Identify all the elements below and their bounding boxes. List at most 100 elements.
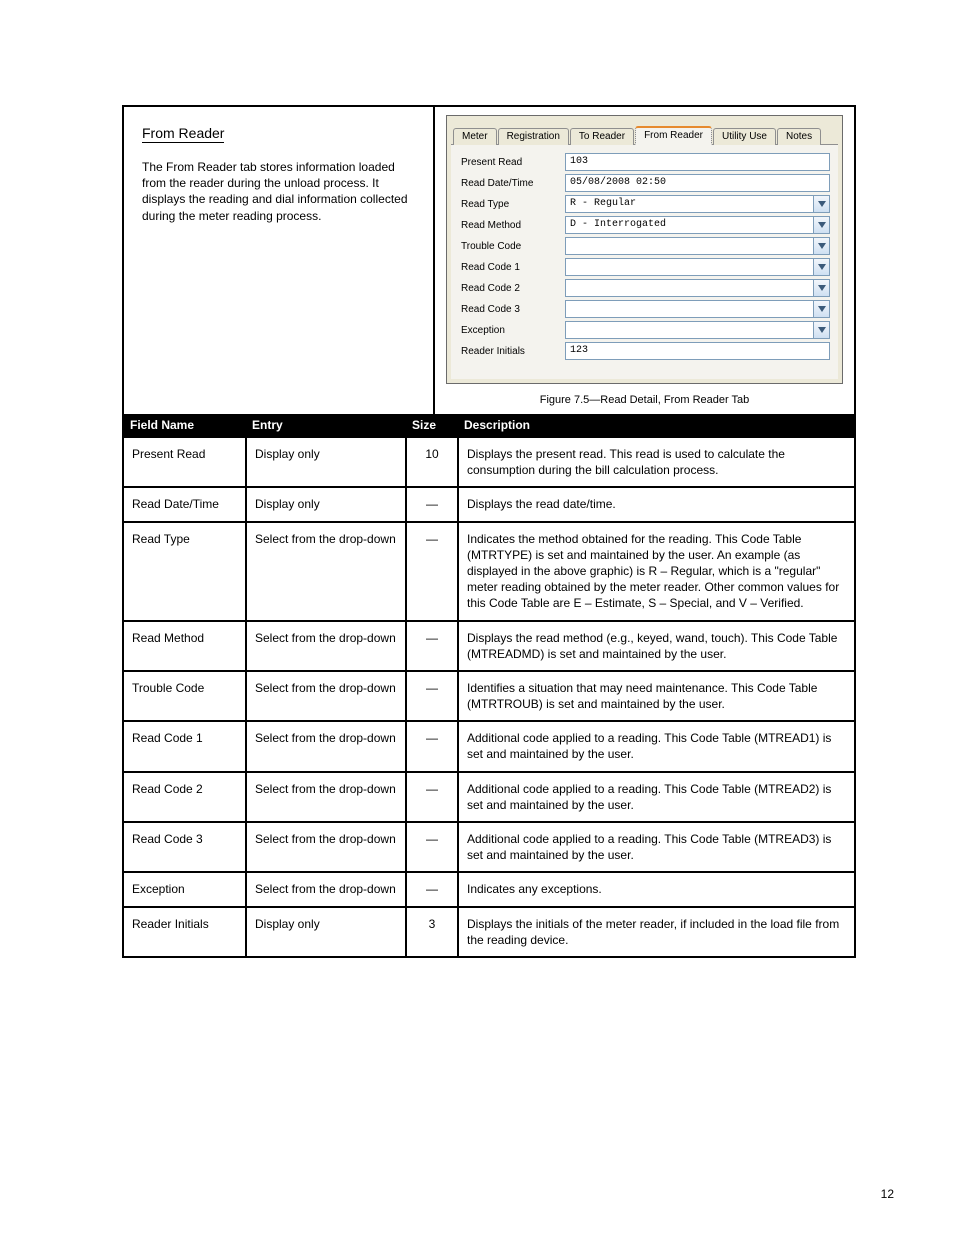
field-label: Read Date/Time xyxy=(459,178,565,189)
cell-description: Additional code applied to a reading. Th… xyxy=(458,721,854,771)
field-label: Read Type xyxy=(459,199,565,210)
read-code-1-select[interactable] xyxy=(565,258,830,276)
page: From Reader The From Reader tab stores i… xyxy=(0,0,954,1235)
table-row: Read MethodSelect from the drop-down—Dis… xyxy=(124,621,854,671)
form-row: Read TypeR - Regular xyxy=(459,195,830,213)
cell-entry: Select from the drop-down xyxy=(246,621,406,671)
form-row: Read Date/Time05/08/2008 02:50 xyxy=(459,174,830,192)
trouble-code-select[interactable] xyxy=(565,237,830,255)
exception-select[interactable] xyxy=(565,321,830,339)
cell-size: — xyxy=(406,522,458,621)
field-label: Trouble Code xyxy=(459,241,565,252)
section-title: From Reader xyxy=(142,125,224,143)
cell-description: Identifies a situation that may need mai… xyxy=(458,671,854,721)
cell-size: — xyxy=(406,487,458,521)
cell-entry: Select from the drop-down xyxy=(246,522,406,621)
cell-entry: Display only xyxy=(246,437,406,487)
tab-to-reader[interactable]: To Reader xyxy=(570,128,634,145)
form-row: Reader Initials123 xyxy=(459,342,830,360)
field-label: Exception xyxy=(459,325,565,336)
read-type-select[interactable]: R - Regular xyxy=(565,195,830,213)
cell-field-name: Read Method xyxy=(124,621,246,671)
cell-field-name: Read Type xyxy=(124,522,246,621)
cell-size: — xyxy=(406,822,458,872)
field-shell: 123 xyxy=(565,342,830,360)
field-label: Read Code 2 xyxy=(459,283,565,294)
cell-field-name: Trouble Code xyxy=(124,671,246,721)
form-row: Read Code 3 xyxy=(459,300,830,318)
cell-entry: Select from the drop-down xyxy=(246,721,406,771)
table-row: ExceptionSelect from the drop-down—Indic… xyxy=(124,872,854,906)
reader-initials-input[interactable]: 123 xyxy=(565,342,830,360)
form-row: Present Read103 xyxy=(459,153,830,171)
cell-size: 3 xyxy=(406,907,458,956)
cell-size: — xyxy=(406,621,458,671)
tab-registration[interactable]: Registration xyxy=(498,128,569,145)
top-grid: From Reader The From Reader tab stores i… xyxy=(124,107,854,414)
cell-field-name: Read Code 3 xyxy=(124,822,246,872)
cell-description: Displays the read date/time. xyxy=(458,487,854,521)
cell-entry: Display only xyxy=(246,907,406,956)
field-label: Reader Initials xyxy=(459,346,565,357)
cell-description: Displays the initials of the meter reade… xyxy=(458,907,854,956)
cell-field-name: Read Code 2 xyxy=(124,772,246,822)
cell-size: — xyxy=(406,772,458,822)
cell-entry: Select from the drop-down xyxy=(246,772,406,822)
read-code-3-select[interactable] xyxy=(565,300,830,318)
cell-size: — xyxy=(406,671,458,721)
col-header-entry: Entry xyxy=(246,414,406,437)
cell-entry: Display only xyxy=(246,487,406,521)
cell-field-name: Present Read xyxy=(124,437,246,487)
field-label: Read Method xyxy=(459,220,565,231)
cell-field-name: Read Code 1 xyxy=(124,721,246,771)
cell-description: Additional code applied to a reading. Th… xyxy=(458,772,854,822)
tab-strip: MeterRegistrationTo ReaderFrom ReaderUti… xyxy=(447,116,842,144)
cell-size: 10 xyxy=(406,437,458,487)
field-shell xyxy=(565,258,830,276)
field-shell xyxy=(565,321,830,339)
field-label: Read Code 1 xyxy=(459,262,565,273)
form-row: Read MethodD - Interrogated xyxy=(459,216,830,234)
cell-field-name: Read Date/Time xyxy=(124,487,246,521)
table-row: Reader InitialsDisplay only3Displays the… xyxy=(124,907,854,956)
field-shell: 103 xyxy=(565,153,830,171)
table-row: Read Code 3Select from the drop-down—Add… xyxy=(124,822,854,872)
cell-field-name: Reader Initials xyxy=(124,907,246,956)
field-label: Present Read xyxy=(459,157,565,168)
from-reader-blurb: From Reader The From Reader tab stores i… xyxy=(124,107,435,414)
field-shell: D - Interrogated xyxy=(565,216,830,234)
page-number: 12 xyxy=(881,1187,894,1201)
form-row: Read Code 2 xyxy=(459,279,830,297)
table-row: Trouble CodeSelect from the drop-down—Id… xyxy=(124,671,854,721)
tab-utility-use[interactable]: Utility Use xyxy=(713,128,776,145)
form-row: Trouble Code xyxy=(459,237,830,255)
cell-description: Indicates the method obtained for the re… xyxy=(458,522,854,621)
tab-from-reader[interactable]: From Reader xyxy=(635,126,712,145)
cell-description: Displays the read method (e.g., keyed, w… xyxy=(458,621,854,671)
read-detail-panel: MeterRegistrationTo ReaderFrom ReaderUti… xyxy=(446,115,843,384)
tab-meter[interactable]: Meter xyxy=(453,128,497,145)
table-row: Present ReadDisplay only10Displays the p… xyxy=(124,437,854,487)
tab-notes[interactable]: Notes xyxy=(777,128,821,145)
read-method-select[interactable]: D - Interrogated xyxy=(565,216,830,234)
field-shell xyxy=(565,300,830,318)
cell-entry: Select from the drop-down xyxy=(246,872,406,906)
read-code-2-select[interactable] xyxy=(565,279,830,297)
col-header-desc: Description xyxy=(458,414,854,437)
cell-field-name: Exception xyxy=(124,872,246,906)
table-row: Read Code 1Select from the drop-down—Add… xyxy=(124,721,854,771)
figure-caption: Figure 7.5—Read Detail, From Reader Tab xyxy=(540,394,750,406)
form-row: Read Code 1 xyxy=(459,258,830,276)
content-frame: From Reader The From Reader tab stores i… xyxy=(122,105,856,958)
form-row: Exception xyxy=(459,321,830,339)
from-reader-form: Present Read103Read Date/Time05/08/2008 … xyxy=(451,144,838,379)
panel-column: MeterRegistrationTo ReaderFrom ReaderUti… xyxy=(435,107,854,414)
cell-entry: Select from the drop-down xyxy=(246,822,406,872)
cell-description: Indicates any exceptions. xyxy=(458,872,854,906)
table-row: Read Date/TimeDisplay only—Displays the … xyxy=(124,487,854,521)
field-shell: R - Regular xyxy=(565,195,830,213)
present-read-input[interactable]: 103 xyxy=(565,153,830,171)
read-date/time-input[interactable]: 05/08/2008 02:50 xyxy=(565,174,830,192)
table-row: Read Code 2Select from the drop-down—Add… xyxy=(124,772,854,822)
cell-size: — xyxy=(406,721,458,771)
